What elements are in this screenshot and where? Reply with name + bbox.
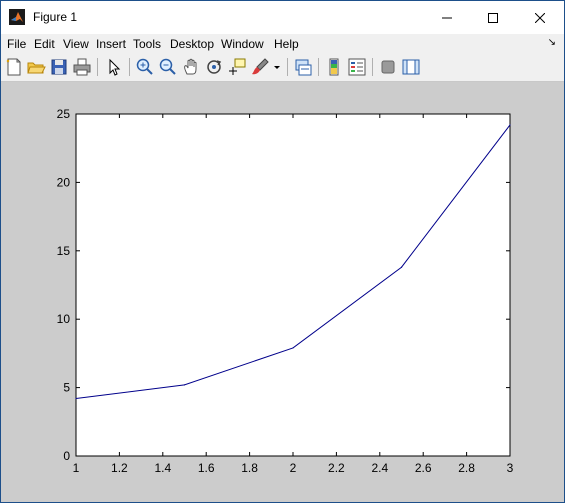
menu-view[interactable]: View bbox=[63, 37, 89, 51]
x-tick-label: 1.6 bbox=[198, 461, 215, 475]
data-point bbox=[75, 397, 77, 400]
hide-plot-tools-icon[interactable] bbox=[378, 57, 398, 77]
colorbar-icon[interactable] bbox=[324, 57, 344, 77]
line-plot[interactable]: 1 1.2 1.4 1.6 1.8 2 2.2 2.4 2.6 2.8 3 0 5 10 15 20 25 bbox=[1, 82, 564, 502]
menu-edit[interactable]: Edit bbox=[34, 37, 55, 51]
link-plot-icon[interactable] bbox=[293, 57, 313, 77]
print-icon[interactable] bbox=[72, 57, 92, 77]
y-tick-label: 15 bbox=[57, 244, 71, 258]
y-tick-label: 10 bbox=[57, 312, 71, 326]
x-tick-label: 2.4 bbox=[371, 461, 388, 475]
maximize-icon bbox=[488, 12, 498, 23]
pointer-icon[interactable] bbox=[104, 57, 124, 77]
x-tick-label: 1.8 bbox=[241, 461, 258, 475]
x-tick-label: 1.2 bbox=[111, 461, 128, 475]
new-figure-icon[interactable] bbox=[4, 57, 24, 77]
figure-window: Figure 1 File Edit View Insert Tools Des… bbox=[0, 0, 565, 503]
rotate-3d-icon[interactable] bbox=[204, 57, 224, 77]
close-icon bbox=[535, 12, 545, 23]
y-tick-label: 20 bbox=[57, 175, 71, 189]
matlab-logo-icon bbox=[9, 9, 25, 25]
figure-canvas[interactable]: 1 1.2 1.4 1.6 1.8 2 2.2 2.4 2.6 2.8 3 0 5 10 15 20 25 bbox=[1, 82, 564, 502]
open-file-icon[interactable] bbox=[26, 57, 46, 77]
title-bar[interactable]: Figure 1 bbox=[1, 1, 564, 34]
dock-arrow-icon[interactable]: ↘ bbox=[548, 37, 556, 48]
x-tick-label: 1 bbox=[73, 461, 80, 475]
brush-dropdown-icon[interactable] bbox=[272, 57, 282, 77]
show-plot-tools-icon[interactable] bbox=[401, 57, 421, 77]
legend-icon[interactable] bbox=[347, 57, 367, 77]
data-point bbox=[509, 124, 511, 126]
data-point bbox=[183, 384, 186, 386]
menu-help[interactable]: Help bbox=[274, 37, 299, 51]
x-tick-label: 2 bbox=[290, 461, 297, 475]
zoom-out-icon[interactable] bbox=[158, 57, 178, 77]
brush-icon[interactable] bbox=[250, 57, 270, 77]
menu-file[interactable]: File bbox=[7, 37, 26, 51]
maximize-button[interactable] bbox=[470, 1, 516, 34]
figure-toolbar bbox=[1, 54, 564, 82]
y-tick-label: 5 bbox=[63, 381, 70, 395]
minimize-button[interactable] bbox=[424, 1, 470, 34]
x-tick-label: 2.6 bbox=[415, 461, 432, 475]
window-title: Figure 1 bbox=[33, 10, 78, 24]
menu-tools[interactable]: Tools bbox=[133, 37, 161, 51]
data-point bbox=[292, 347, 294, 349]
x-tick-label: 2.2 bbox=[328, 461, 345, 475]
menu-desktop[interactable]: Desktop bbox=[170, 37, 214, 51]
data-point bbox=[400, 266, 403, 268]
menu-window[interactable]: Window bbox=[221, 37, 264, 51]
minimize-icon bbox=[442, 17, 452, 18]
menu-bar: File Edit View Insert Tools Desktop Wind… bbox=[1, 34, 564, 54]
data-cursor-icon[interactable] bbox=[227, 57, 247, 77]
menu-insert[interactable]: Insert bbox=[96, 37, 126, 51]
x-tick-label: 2.8 bbox=[458, 461, 475, 475]
save-icon[interactable] bbox=[49, 57, 69, 77]
zoom-in-icon[interactable] bbox=[135, 57, 155, 77]
y-tick-label: 25 bbox=[57, 107, 71, 121]
pan-icon[interactable] bbox=[181, 57, 201, 77]
y-tick-label: 0 bbox=[63, 449, 70, 463]
plot-axes-box bbox=[75, 113, 511, 457]
close-button[interactable] bbox=[517, 1, 563, 34]
x-tick-label: 3 bbox=[507, 461, 514, 475]
x-tick-label: 1.4 bbox=[154, 461, 171, 475]
